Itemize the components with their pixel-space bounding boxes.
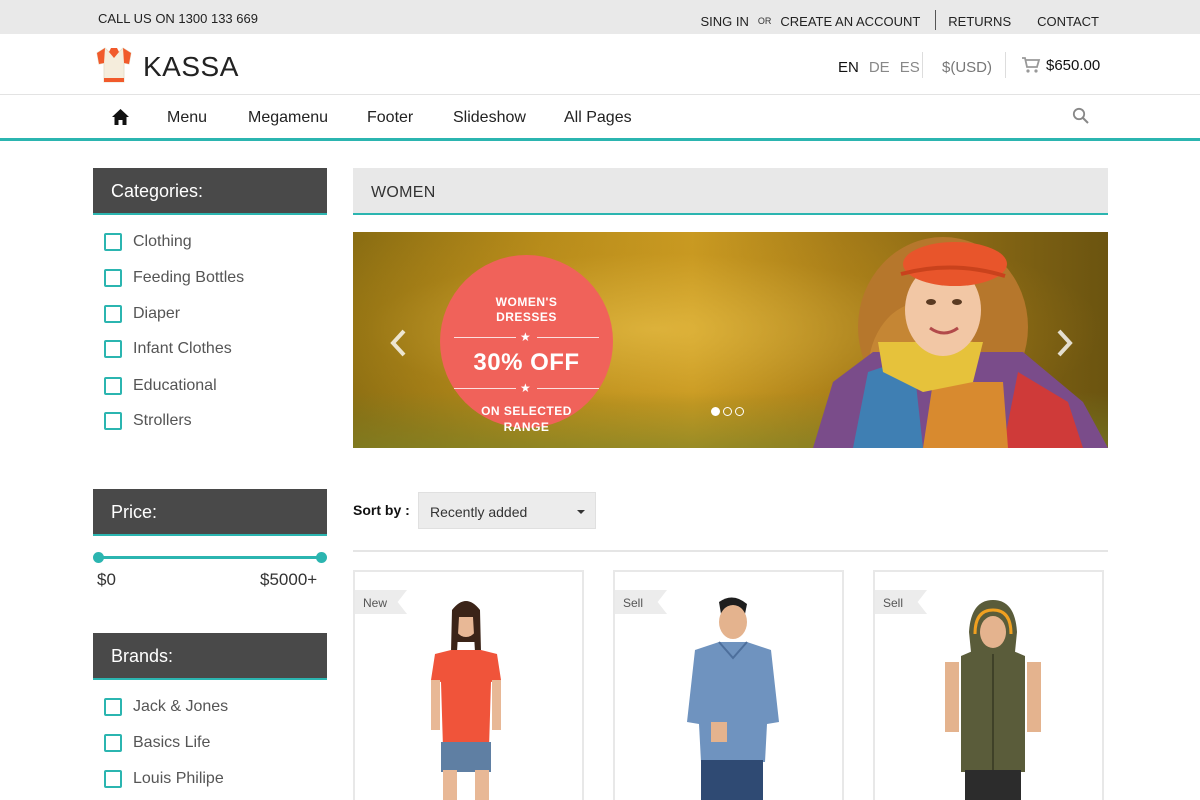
category-label: Feeding Bottles <box>133 269 245 286</box>
category-item-clothing[interactable]: Clothing <box>104 233 192 251</box>
cart-total[interactable]: $650.00 <box>1046 57 1100 74</box>
currency-selector[interactable]: $(USD) <box>942 59 992 76</box>
category-label: Strollers <box>133 412 192 429</box>
divider <box>935 10 937 30</box>
category-label: Educational <box>133 377 217 394</box>
divider <box>1005 52 1006 78</box>
chevron-down-icon <box>577 510 585 514</box>
brand-item-basics-life[interactable]: Basics Life <box>104 734 210 752</box>
page-title: WOMEN <box>371 184 436 201</box>
price-heading: Price: <box>93 489 327 536</box>
logo-text[interactable]: KASSA <box>143 51 239 83</box>
shirt-icon[interactable] <box>93 44 135 86</box>
category-item-diaper[interactable]: Diaper <box>104 305 180 323</box>
sort-select[interactable]: Recently added <box>418 492 596 529</box>
slide-indicators <box>711 407 747 416</box>
slide-dot[interactable] <box>723 407 732 416</box>
language-es[interactable]: ES <box>900 59 920 76</box>
divider <box>537 337 599 338</box>
checkbox[interactable] <box>104 377 122 395</box>
promo-line: ON SELECTED <box>481 404 572 418</box>
language-de[interactable]: DE <box>869 59 890 76</box>
price-slider-max-handle[interactable] <box>316 552 327 563</box>
slide-dot[interactable] <box>735 407 744 416</box>
checkbox[interactable] <box>104 340 122 358</box>
phone-number: CALL US ON 1300 133 669 <box>98 11 258 26</box>
category-item-strollers[interactable]: Strollers <box>104 412 192 430</box>
header: KASSA EN DE ES $(USD) $650.00 <box>0 34 1200 95</box>
main-nav: Menu Megamenu Footer Slideshow All Pages <box>0 95 1200 141</box>
brand-item-jack-jones[interactable]: Jack & Jones <box>104 698 228 716</box>
product-card[interactable]: New <box>353 570 584 800</box>
category-label: Clothing <box>133 233 192 250</box>
divider <box>922 52 923 78</box>
sort-value: Recently added <box>430 504 528 520</box>
star-icon: ★ <box>520 330 531 344</box>
promo-line: DRESSES <box>496 310 557 324</box>
nav-item-menu[interactable]: Menu <box>167 109 207 127</box>
checkbox[interactable] <box>104 305 122 323</box>
brands-heading: Brands: <box>93 633 327 680</box>
promo-line: WOMEN'S <box>495 295 558 309</box>
price-slider-min-handle[interactable] <box>93 552 104 563</box>
checkbox[interactable] <box>104 698 122 716</box>
create-account-link[interactable]: CREATE AN ACCOUNT <box>780 14 920 29</box>
section-header: WOMEN <box>353 168 1108 215</box>
contact-link[interactable]: CONTACT <box>1037 14 1099 29</box>
price-max: $5000+ <box>260 570 318 589</box>
star-icon: ★ <box>520 381 531 395</box>
checkbox[interactable] <box>104 734 122 752</box>
promo-badge[interactable]: WOMEN'S DRESSES ★ 30% OFF ★ ON SELECTED … <box>440 255 613 434</box>
nav-item-all-pages[interactable]: All Pages <box>564 109 632 127</box>
category-item-educational[interactable]: Educational <box>104 377 217 395</box>
checkbox[interactable] <box>104 269 122 287</box>
chevron-right-icon[interactable] <box>1053 328 1075 358</box>
brand-label: Louis Philipe <box>133 770 224 787</box>
brand-label: Jack & Jones <box>133 698 229 715</box>
divider <box>454 337 516 338</box>
checkbox[interactable] <box>104 412 122 430</box>
brand-label: Basics Life <box>133 734 211 751</box>
category-label: Diaper <box>133 305 181 322</box>
home-icon[interactable] <box>111 108 130 126</box>
nav-item-slideshow[interactable]: Slideshow <box>453 109 526 127</box>
sign-in-link[interactable]: SING IN <box>700 14 748 29</box>
categories-heading: Categories: <box>93 168 327 215</box>
checkbox[interactable] <box>104 233 122 251</box>
chevron-left-icon[interactable] <box>388 328 410 358</box>
divider <box>353 550 1108 552</box>
promo-line: RANGE <box>503 420 550 434</box>
language-switcher: EN DE ES <box>838 59 930 76</box>
returns-link[interactable]: RETURNS <box>948 14 1011 29</box>
top-bar: CALL US ON 1300 133 669 SING IN OR CREAT… <box>0 0 1200 34</box>
checkbox[interactable] <box>104 770 122 788</box>
category-item-infant-clothes[interactable]: Infant Clothes <box>104 340 232 358</box>
promo-headline: 30% OFF <box>473 349 580 376</box>
price-min: $0 <box>97 570 116 589</box>
sort-label: Sort by : <box>353 502 410 518</box>
search-icon[interactable] <box>1072 107 1090 125</box>
product-card[interactable]: Sell <box>613 570 844 800</box>
divider <box>454 388 516 389</box>
nav-item-megamenu[interactable]: Megamenu <box>248 109 328 127</box>
account-links: SING IN OR CREATE AN ACCOUNT RETURNS CON… <box>700 10 1099 31</box>
category-label: Infant Clothes <box>133 340 232 357</box>
cart-icon[interactable] <box>1021 56 1041 74</box>
slide-dot[interactable] <box>711 407 720 416</box>
nav-item-footer[interactable]: Footer <box>367 109 413 127</box>
language-en[interactable]: EN <box>838 59 859 76</box>
category-item-feeding-bottles[interactable]: Feeding Bottles <box>104 269 244 287</box>
product-card[interactable]: Sell <box>873 570 1104 800</box>
promo-slideshow[interactable]: WOMEN'S DRESSES ★ 30% OFF ★ ON SELECTED … <box>353 232 1108 448</box>
price-slider-track[interactable] <box>98 556 322 559</box>
brand-item-louis-philipe[interactable]: Louis Philipe <box>104 770 224 788</box>
divider <box>537 388 599 389</box>
or-text: OR <box>757 16 772 26</box>
